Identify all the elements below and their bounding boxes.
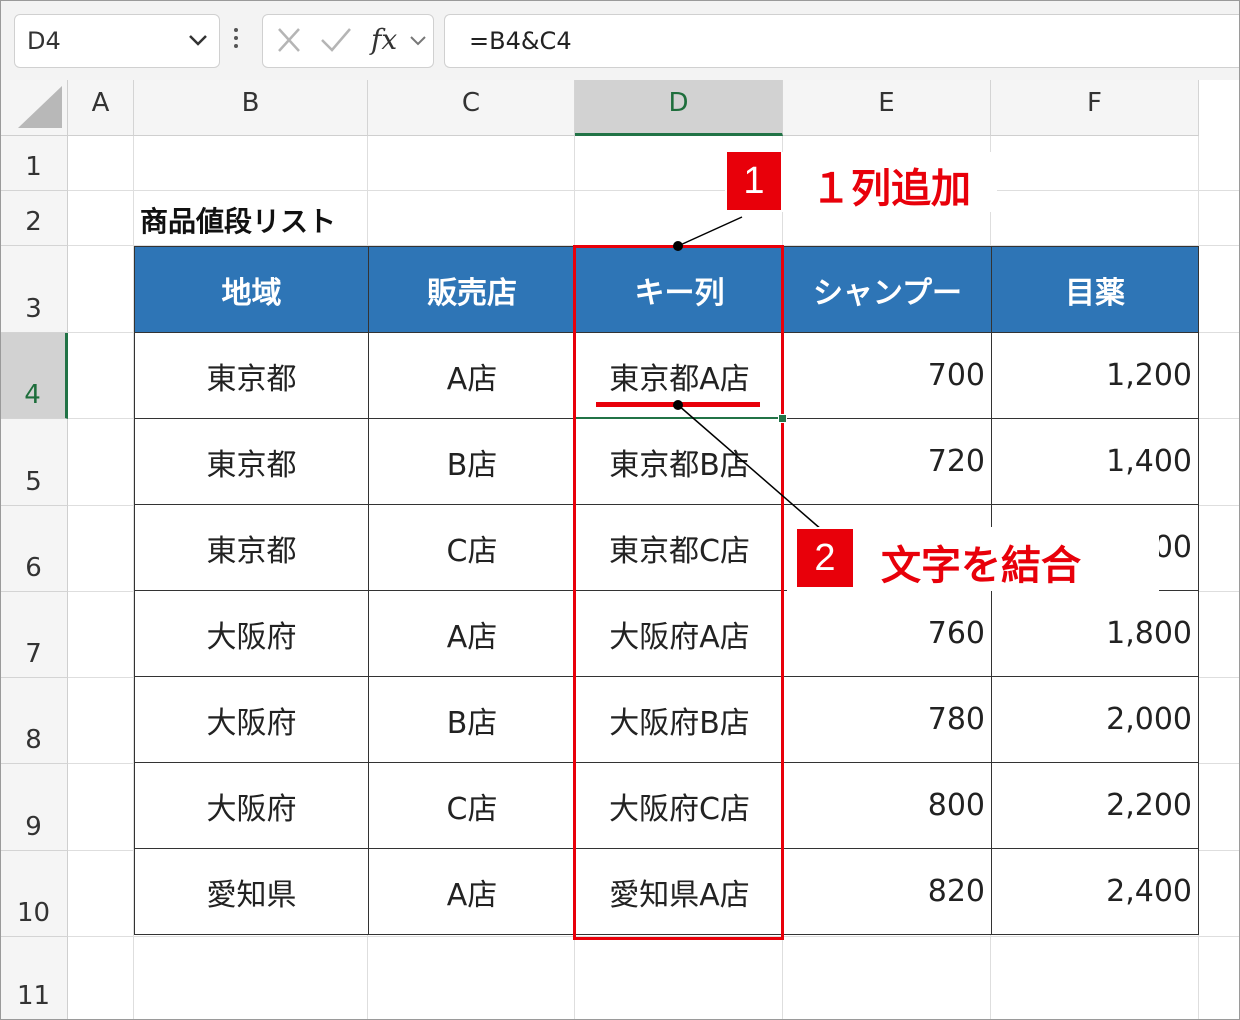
annotation-2-number: 2 <box>797 529 853 587</box>
annotation-1: 1 １列追加 <box>725 152 997 212</box>
annotation-2-text: 文字を結合 <box>881 543 1081 589</box>
annotation-1-number: 1 <box>727 152 781 210</box>
annotation-leaders <box>673 216 823 531</box>
annotation-2: 2 文字を結合 <box>787 527 1159 591</box>
annotation-1-text: １列追加 <box>811 166 971 212</box>
